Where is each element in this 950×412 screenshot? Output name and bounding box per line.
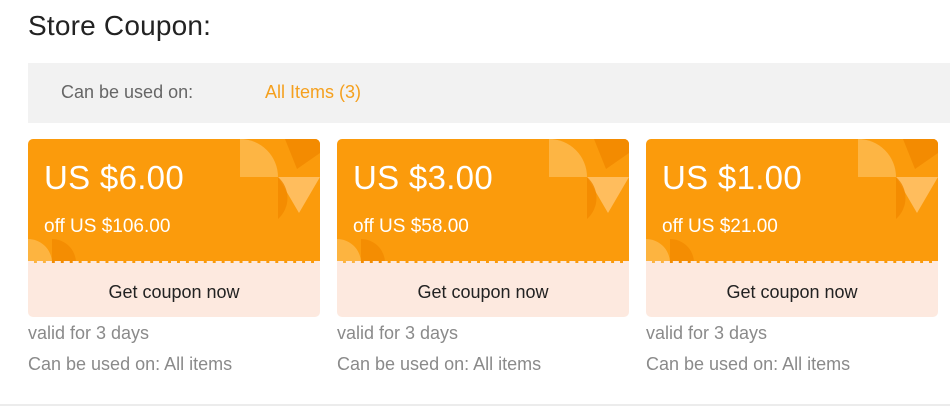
coupon-validity: valid for 3 days — [337, 323, 459, 343]
coupon-item: US $3.00 off US $58.00 Get coupon now va… — [337, 139, 629, 376]
coupon-validity: valid for 3 days — [28, 323, 150, 343]
get-coupon-button[interactable]: Get coupon now — [646, 267, 938, 317]
get-coupon-button[interactable]: Get coupon now — [28, 267, 320, 317]
coupon-perforation-divider — [646, 261, 938, 264]
filter-all-items-link[interactable]: All Items (3) — [265, 82, 361, 103]
get-coupon-button[interactable]: Get coupon now — [337, 267, 629, 317]
coupon-minimum-spend: off US $106.00 — [44, 216, 171, 237]
coupon-usage-scope: Can be used on: All items — [28, 354, 233, 374]
coupon-perforation-divider — [28, 261, 320, 264]
coupon-usage-scope: Can be used on: All items — [337, 354, 542, 374]
coupon-minimum-spend: off US $58.00 — [353, 216, 469, 237]
coupon-item: US $1.00 off US $21.00 Get coupon now va… — [646, 139, 938, 376]
coupon-filter-bar: Can be used on: All Items (3) — [28, 63, 950, 123]
page-title: Store Coupon: — [28, 10, 212, 41]
coupon-card: US $6.00 off US $106.00 Get coupon now — [28, 139, 320, 317]
coupon-usage-scope: Can be used on: All items — [646, 354, 851, 374]
coupon-item: US $6.00 off US $106.00 Get coupon now v… — [28, 139, 320, 376]
coupon-validity: valid for 3 days — [646, 323, 768, 343]
coupon-minimum-spend: off US $21.00 — [662, 216, 778, 237]
coupon-top-panel: US $1.00 off US $21.00 — [646, 139, 938, 263]
coupon-amount: US $1.00 — [662, 159, 802, 196]
coupon-top-panel: US $6.00 off US $106.00 — [28, 139, 320, 263]
coupon-amount: US $6.00 — [44, 159, 184, 196]
coupon-decoration-icon — [240, 139, 320, 219]
coupon-decoration-icon — [549, 139, 629, 219]
filter-label: Can be used on: — [61, 82, 194, 102]
coupon-amount: US $3.00 — [353, 159, 493, 196]
store-coupon-section: Store Coupon: Can be used on: All Items … — [0, 0, 950, 412]
coupon-decoration-icon — [858, 139, 938, 219]
coupon-perforation-divider — [337, 261, 629, 264]
section-bottom-divider — [0, 404, 950, 406]
coupon-top-panel: US $3.00 off US $58.00 — [337, 139, 629, 263]
coupon-card: US $3.00 off US $58.00 Get coupon now — [337, 139, 629, 317]
coupon-card: US $1.00 off US $21.00 Get coupon now — [646, 139, 938, 317]
